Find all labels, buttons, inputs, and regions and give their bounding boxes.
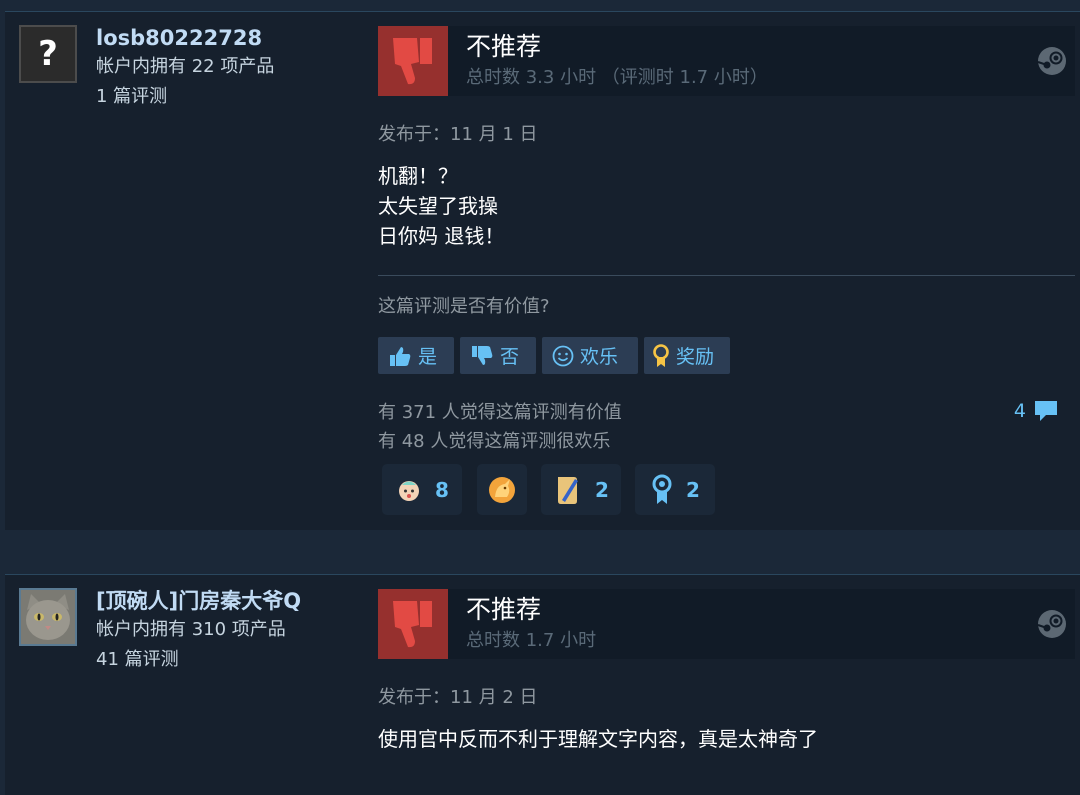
- ribbon-award-icon: [652, 474, 672, 504]
- playtime: 总时数 3.3 小时 （评测时 1.7 小时）: [466, 67, 768, 88]
- scroll-quill-icon: [558, 476, 579, 504]
- golden-unicorn-icon: [489, 476, 515, 503]
- thumbs-down-icon: [378, 26, 448, 96]
- review-count[interactable]: 41 篇评测: [96, 645, 301, 675]
- vote-no-button[interactable]: 否: [460, 337, 536, 374]
- author-name[interactable]: [顶碗人]门房秦大爷Q: [96, 587, 301, 615]
- award-label: 奖励: [676, 346, 715, 368]
- award-count: 8: [435, 477, 449, 502]
- author-info: losb80222728 帐户内拥有 22 项产品 1 篇评测: [96, 24, 274, 112]
- thumbs-down-icon: [378, 589, 448, 659]
- award-button[interactable]: 奖励: [644, 337, 730, 374]
- award-count: 2: [595, 477, 609, 502]
- vote-header[interactable]: 不推荐 总时数 1.7 小时: [378, 589, 1075, 659]
- steam-logo-icon: [1037, 47, 1066, 75]
- avatar[interactable]: [19, 588, 77, 646]
- author-info: [顶碗人]门房秦大爷Q 帐户内拥有 310 项产品 41 篇评测: [96, 587, 301, 675]
- posted-date: 发布于：11 月 1 日: [378, 124, 538, 145]
- content-line: 使用官中反而不利于理解文字内容，真是太神奇了: [378, 727, 818, 751]
- award-badge[interactable]: 2: [541, 464, 621, 515]
- baby-face-icon: [399, 480, 420, 501]
- award-badge[interactable]: 2: [635, 464, 715, 515]
- playtime: 总时数 1.7 小时: [466, 630, 597, 651]
- author-name[interactable]: losb80222728: [96, 24, 274, 52]
- products-owned[interactable]: 帐户内拥有 22 项产品: [96, 52, 274, 82]
- funny-count: 有 48 人觉得这篇评测很欢乐: [378, 431, 611, 452]
- avatar[interactable]: ?: [19, 25, 77, 83]
- funny-label: 欢乐: [580, 346, 619, 368]
- vote-header[interactable]: 不推荐 总时数 3.3 小时 （评测时 1.7 小时）: [378, 26, 1075, 96]
- review-stats: 有 371 人觉得这篇评测有价值 有 48 人觉得这篇评测很欢乐: [378, 398, 622, 456]
- helpful-question: 这篇评测是否有价值?: [378, 296, 550, 317]
- vote-funny-button[interactable]: 欢乐: [542, 337, 638, 374]
- cat-avatar-icon: [21, 590, 75, 644]
- review-card: ? losb80222728 帐户内拥有 22 项产品 1 篇评测 不推荐 总时…: [5, 11, 1080, 530]
- thumbs-down-icon: [472, 345, 493, 365]
- verdict-title[interactable]: 不推荐: [466, 595, 541, 625]
- posted-date: 发布于：11 月 2 日: [378, 687, 538, 708]
- products-owned[interactable]: 帐户内拥有 310 项产品: [96, 615, 301, 645]
- steam-logo-icon: [1037, 610, 1066, 638]
- review-count[interactable]: 1 篇评测: [96, 82, 274, 112]
- content-line: 日你妈 退钱！: [378, 224, 505, 248]
- award-ribbon-icon: [653, 343, 669, 367]
- award-count: 2: [686, 477, 700, 502]
- review-content: 使用官中反而不利于理解文字内容，真是太神奇了: [378, 724, 818, 754]
- content-line: 太失望了我操: [378, 194, 498, 218]
- vote-yes-button[interactable]: 是: [378, 337, 454, 374]
- review-card: [顶碗人]门房秦大爷Q 帐户内拥有 310 项产品 41 篇评测 不推荐 总时数…: [5, 574, 1080, 795]
- divider: [378, 275, 1075, 276]
- award-badge[interactable]: 8: [382, 464, 462, 515]
- thumbs-up-icon: [390, 346, 411, 366]
- review-content: 机翻！？ 太失望了我操 日你妈 退钱！: [378, 161, 504, 251]
- smiley-icon: [552, 345, 574, 366]
- comments-link[interactable]: 4: [1014, 397, 1060, 425]
- comment-bubble-icon: [1035, 401, 1057, 421]
- helpful-count: 有 371 人觉得这篇评测有价值: [378, 402, 622, 423]
- comment-count: 4: [1013, 400, 1026, 422]
- award-badge[interactable]: [477, 464, 527, 515]
- no-label: 否: [500, 346, 520, 368]
- content-line: 机翻！？: [378, 164, 458, 188]
- yes-label: 是: [418, 346, 438, 368]
- verdict-title[interactable]: 不推荐: [466, 32, 541, 62]
